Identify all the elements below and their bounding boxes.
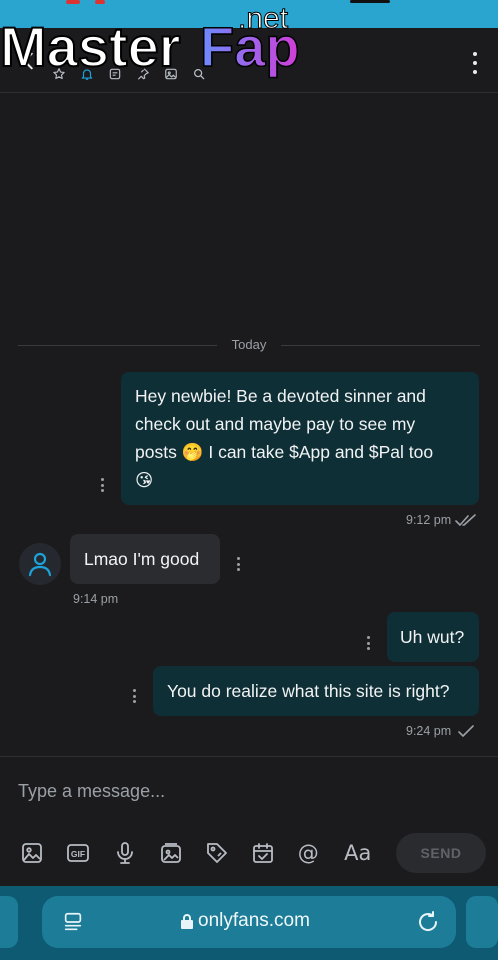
- send-button[interactable]: SEND: [396, 833, 486, 873]
- day-separator: Today: [18, 336, 480, 354]
- url-text: onlyfans.com: [198, 910, 310, 931]
- message-time: 9:14 pm: [73, 592, 119, 606]
- status-fragment: [350, 0, 390, 3]
- mention-label: @: [297, 841, 319, 865]
- format-label: Aa: [344, 841, 372, 865]
- message-composer: GIF @ Aa SEND: [0, 756, 498, 886]
- previous-tab[interactable]: [0, 896, 18, 948]
- message-text: Lmao I'm good: [84, 549, 200, 569]
- message-options-icon[interactable]: [366, 636, 370, 650]
- chat-header: [0, 28, 498, 93]
- message-options-icon[interactable]: [132, 689, 136, 703]
- browser-bar: onlyfans.com: [0, 886, 498, 960]
- mention-icon[interactable]: @: [298, 840, 344, 866]
- vault-icon[interactable]: [159, 840, 205, 866]
- message-line: Hey newbie! Be a devoted sinner and: [135, 386, 426, 406]
- avatar[interactable]: [19, 543, 61, 585]
- tab-menu-icon[interactable]: [62, 911, 84, 933]
- status-fragment: [95, 0, 105, 4]
- gif-icon[interactable]: GIF: [66, 840, 112, 866]
- message-input[interactable]: [18, 775, 458, 807]
- star-icon[interactable]: [52, 67, 66, 81]
- message-time: 9:24 pm: [406, 724, 452, 738]
- message-text: Uh wut?: [400, 627, 465, 647]
- lock-icon: [181, 914, 193, 929]
- image-icon[interactable]: [20, 840, 66, 866]
- status-bar: [0, 0, 498, 28]
- more-options-icon[interactable]: [472, 52, 478, 74]
- outgoing-message-bubble[interactable]: Hey newbie! Be a devoted sinner and chec…: [121, 372, 479, 505]
- outgoing-message-bubble[interactable]: Uh wut?: [387, 612, 479, 662]
- schedule-icon[interactable]: [251, 840, 297, 866]
- microphone-icon[interactable]: [113, 840, 159, 866]
- price-tag-icon[interactable]: [205, 840, 251, 866]
- address-bar[interactable]: onlyfans.com: [42, 896, 456, 948]
- message-options-icon[interactable]: [236, 557, 240, 571]
- message-line: check out and maybe pay to see my: [135, 414, 416, 434]
- header-toolbar: [52, 67, 206, 81]
- composer-toolbar: GIF @ Aa: [20, 840, 390, 866]
- double-check-icon: [455, 514, 476, 526]
- reload-icon[interactable]: [416, 910, 440, 934]
- image-icon[interactable]: [164, 67, 178, 81]
- back-arrow-icon[interactable]: [18, 50, 40, 72]
- user-icon: [28, 552, 52, 577]
- text-format-icon[interactable]: Aa: [344, 840, 390, 866]
- outgoing-message-bubble[interactable]: You do realize what this site is right?: [153, 666, 479, 716]
- incoming-message-bubble[interactable]: Lmao I'm good: [70, 534, 220, 584]
- search-icon[interactable]: [192, 67, 206, 81]
- note-icon[interactable]: [108, 67, 122, 81]
- status-fragment: [66, 0, 80, 4]
- bell-icon[interactable]: [80, 67, 94, 81]
- next-tab[interactable]: [466, 896, 498, 948]
- day-label: Today: [231, 337, 267, 352]
- message-line: posts 🤭 I can take $App and $Pal too: [135, 442, 434, 462]
- message-time: 9:12 pm: [406, 513, 452, 527]
- check-icon: [458, 725, 474, 737]
- message-options-icon[interactable]: [100, 478, 104, 492]
- gif-label: GIF: [71, 849, 85, 859]
- message-line: 😘: [135, 470, 154, 490]
- message-text: You do realize what this site is right?: [167, 681, 450, 701]
- pin-icon[interactable]: [136, 67, 150, 81]
